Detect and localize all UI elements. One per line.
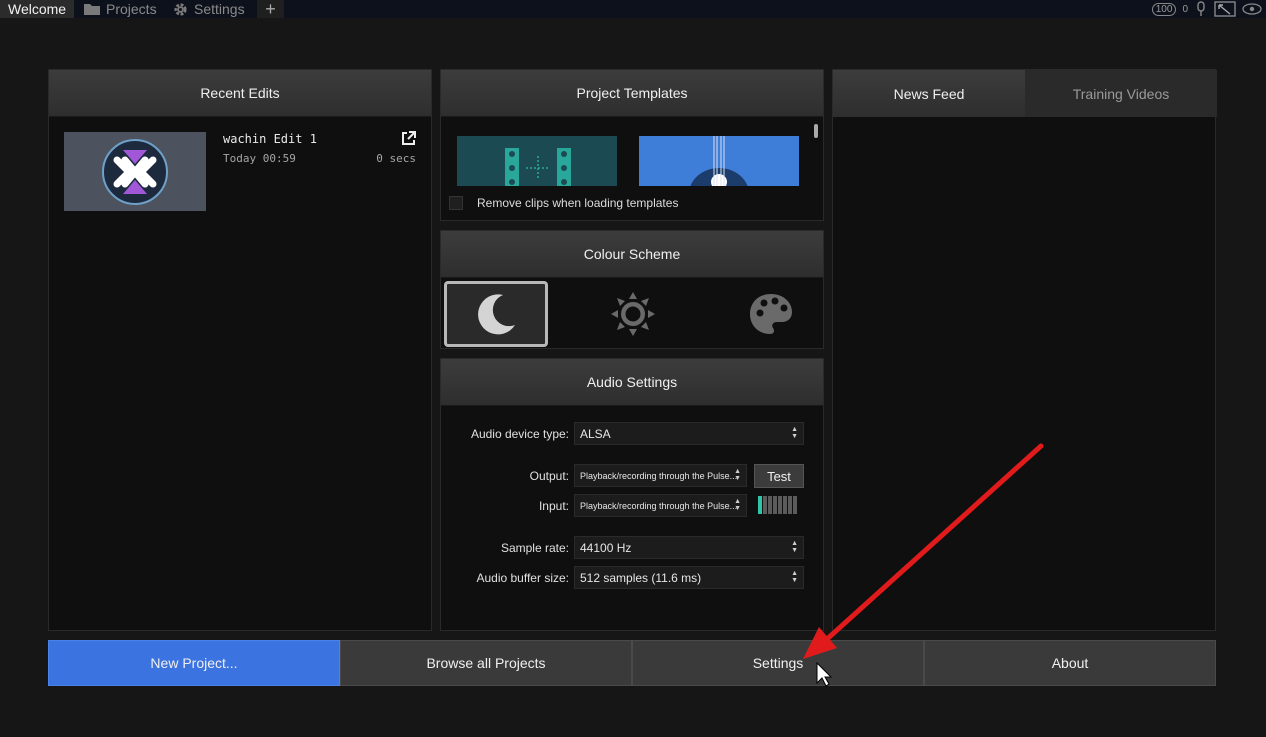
sun-icon bbox=[611, 292, 655, 336]
tab-welcome-label: Welcome bbox=[8, 1, 67, 17]
colour-scheme-panel: Colour Scheme bbox=[440, 230, 824, 349]
audio-settings-panel: Audio Settings Audio device type: ALSA ▲ ▼… bbox=[440, 358, 824, 631]
input-label: Input: bbox=[538, 499, 569, 513]
custom-scheme-option[interactable] bbox=[719, 281, 823, 347]
test-button[interactable]: Test bbox=[754, 464, 804, 488]
edit-timestamp: Today 00:59 bbox=[223, 152, 296, 165]
recent-edits-panel: Recent Edits wachin Edit 1 Today 00:59 0… bbox=[48, 69, 432, 631]
moon-icon bbox=[478, 294, 515, 335]
gear-icon bbox=[174, 2, 187, 16]
settings-button[interactable]: Settings bbox=[632, 640, 924, 686]
buffer-size-label: Audio buffer size: bbox=[476, 571, 569, 585]
remove-clips-row[interactable]: Remove clips when loading templates bbox=[449, 196, 678, 210]
updown-arrows-icon: ▲ ▼ bbox=[791, 540, 798, 554]
template-music[interactable] bbox=[639, 136, 799, 186]
remove-clips-checkbox[interactable] bbox=[449, 196, 463, 210]
updown-arrows-icon: ▲ ▼ bbox=[791, 426, 798, 440]
resize-icon[interactable] bbox=[1214, 1, 1236, 17]
meter-segment bbox=[763, 496, 767, 514]
about-button[interactable]: About bbox=[924, 640, 1216, 686]
browse-projects-button[interactable]: Browse all Projects bbox=[340, 640, 632, 686]
input-select[interactable]: Playback/recording through the Pulse... ▲… bbox=[574, 494, 747, 517]
guitar-icon bbox=[690, 136, 748, 186]
meter-segment bbox=[768, 496, 772, 514]
status-area: 100 0 bbox=[1151, 0, 1266, 18]
light-scheme-option[interactable] bbox=[581, 281, 685, 347]
microphone-icon[interactable] bbox=[1194, 1, 1208, 17]
app-logo-icon bbox=[102, 138, 168, 205]
colour-scheme-header: Colour Scheme bbox=[441, 231, 823, 278]
tab-welcome[interactable]: Welcome bbox=[0, 0, 75, 18]
tab-settings-label: Settings bbox=[194, 1, 245, 17]
top-tab-bar: Welcome Projects Settings + 100 0 bbox=[0, 0, 1266, 19]
tab-projects[interactable]: Projects bbox=[84, 0, 157, 18]
project-templates-header: Project Templates bbox=[441, 70, 823, 117]
sample-rate-select[interactable]: 44100 Hz ▲ ▼ bbox=[574, 536, 804, 559]
recent-edits-header: Recent Edits bbox=[49, 70, 431, 117]
sample-rate-label: Sample rate: bbox=[500, 541, 569, 555]
output-select[interactable]: Playback/recording through the Pulse... ▲… bbox=[574, 464, 747, 487]
meter-segment bbox=[778, 496, 782, 514]
meter-segment bbox=[773, 496, 777, 514]
tab-training-videos[interactable]: Training Videos bbox=[1025, 70, 1217, 117]
buffer-size-select[interactable]: 512 samples (11.6 ms) ▲ ▼ bbox=[574, 566, 804, 589]
tab-settings[interactable]: Settings bbox=[173, 0, 245, 18]
eye-icon[interactable] bbox=[1242, 3, 1262, 15]
level-indicator[interactable]: 0 bbox=[1182, 4, 1188, 15]
templates-scrollbar[interactable] bbox=[814, 124, 818, 138]
input-level-meter bbox=[758, 496, 797, 514]
folder-icon bbox=[84, 4, 100, 15]
plus-icon: + bbox=[265, 0, 276, 19]
tab-projects-label: Projects bbox=[106, 1, 157, 17]
meter-segment bbox=[783, 496, 787, 514]
film-strip-icon bbox=[505, 148, 571, 186]
device-type-select[interactable]: ALSA ▲ ▼ bbox=[574, 422, 804, 445]
meter-segment bbox=[758, 496, 762, 514]
new-project-button[interactable]: New Project... bbox=[48, 640, 340, 686]
palette-icon bbox=[750, 294, 792, 334]
cpu-meter[interactable]: 100 bbox=[1151, 2, 1177, 16]
edit-name: wachin Edit 1 bbox=[223, 132, 317, 146]
edit-duration: 0 secs bbox=[376, 152, 416, 165]
add-tab-button[interactable]: + bbox=[257, 0, 284, 19]
updown-arrows-icon: ▲ ▼ bbox=[734, 468, 741, 482]
open-external-icon[interactable] bbox=[401, 131, 416, 146]
device-type-label: Audio device type: bbox=[470, 427, 569, 441]
edit-thumbnail[interactable] bbox=[64, 132, 206, 211]
template-film[interactable] bbox=[457, 136, 617, 186]
audio-settings-header: Audio Settings bbox=[441, 359, 823, 406]
updown-arrows-icon: ▲ ▼ bbox=[791, 570, 798, 584]
remove-clips-label: Remove clips when loading templates bbox=[477, 196, 679, 210]
meter-segment bbox=[788, 496, 792, 514]
output-label: Output: bbox=[529, 469, 569, 483]
project-templates-panel: Project Templates Remove clips when load… bbox=[440, 69, 824, 221]
updown-arrows-icon: ▲ ▼ bbox=[734, 498, 741, 512]
dark-scheme-option[interactable] bbox=[444, 281, 548, 347]
news-panel: News Feed Training Videos bbox=[832, 69, 1217, 631]
tab-news-feed[interactable]: News Feed bbox=[833, 70, 1025, 117]
meter-segment bbox=[793, 496, 797, 514]
